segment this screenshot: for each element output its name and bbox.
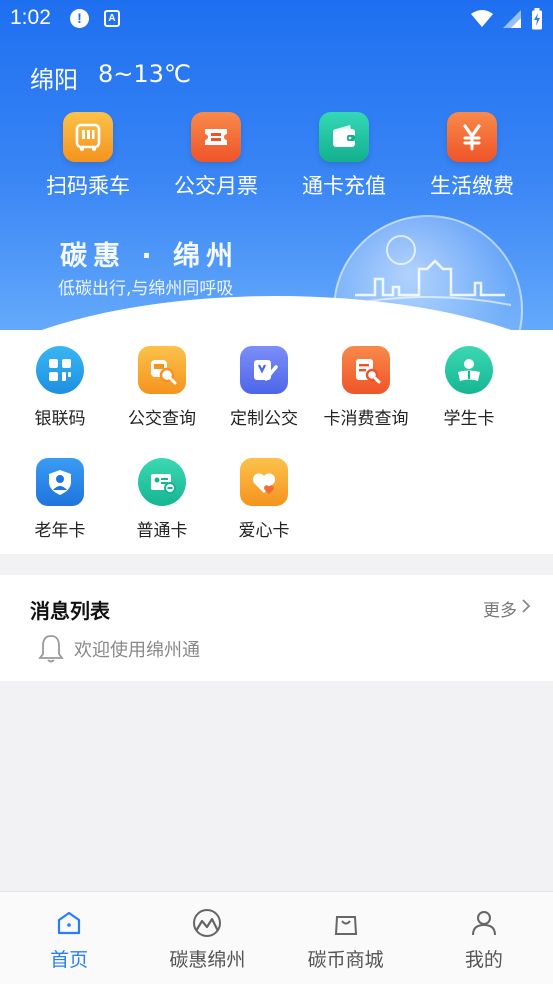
custom-bus-icon [240,346,288,394]
quick-scan-ride[interactable]: 扫码乘车 [24,112,152,200]
quick-label: 扫码乘车 [46,174,130,198]
service-label: 卡消费查询 [323,409,409,429]
ticket-icon [191,112,241,162]
status-bar: 1:02 ! A [0,0,553,38]
service-normal-card[interactable]: 普通卡 [111,458,213,541]
status-time: 1:02 [10,6,51,29]
signal-icon [503,10,521,28]
message-item[interactable]: 欢迎使用绵州通 [74,636,200,662]
service-label: 公交查询 [128,409,196,429]
bell-icon [38,635,64,663]
message-list: 消息列表 更多 欢迎使用绵州通 [0,575,553,681]
carbon-icon [193,909,222,937]
service-label: 爱心卡 [238,521,290,541]
quick-monthly-ticket[interactable]: 公交月票 [152,112,280,200]
service-love-card[interactable]: 爱心卡 [213,458,315,541]
service-grid: 银联码 公交查询 定制公交 卡消费查询 学生卡 老年卡 普通卡 爱心卡 [0,330,553,554]
love-card-icon [240,458,288,506]
quick-label: 公交月票 [174,174,258,198]
user-icon [471,911,496,936]
wallet-icon [319,112,369,162]
service-senior-card[interactable]: 老年卡 [9,458,111,541]
service-label: 银联码 [34,409,86,429]
chevron-right-icon[interactable] [521,598,531,614]
wifi-icon [471,10,493,27]
weather: 绵阳 8~13℃ [30,60,191,95]
service-student-card[interactable]: 学生卡 [418,346,520,429]
student-card-icon [445,346,493,394]
nav-mine[interactable]: 我的 [415,892,553,984]
nav-label: 碳惠绵州 [169,949,246,971]
card-consume-search-icon [342,346,390,394]
quick-label: 生活缴费 [430,174,514,198]
bottom-nav: 首页 碳惠绵州 碳币商城 我的 [0,891,553,984]
header: 1:02 ! A 绵阳 8~13℃ 扫码乘车 公交月票 通卡充值 生活缴费 碳惠… [0,0,553,330]
service-label: 普通卡 [136,521,188,541]
temperature: 8~13℃ [98,60,191,88]
unionpay-code-icon [36,346,84,394]
battery-icon [532,8,542,30]
service-bus-search[interactable]: 公交查询 [111,346,213,429]
home-icon [58,911,81,935]
quick-card-recharge[interactable]: 通卡充值 [280,112,408,200]
banner-subtitle: 低碳出行,与绵州同呼吸 [58,279,234,299]
bus-search-icon [138,346,186,394]
bus-qr-icon [63,112,113,162]
quick-actions: 扫码乘车 公交月票 通卡充值 生活缴费 [0,112,553,200]
accessibility-a-icon: A [104,10,120,27]
service-label: 定制公交 [230,409,298,429]
banner-title: 碳惠 · 绵州 [60,241,240,272]
normal-card-icon [138,458,186,506]
alert-icon: ! [70,9,89,28]
nav-mall[interactable]: 碳币商城 [277,892,415,984]
nav-home[interactable]: 首页 [0,892,138,984]
senior-card-icon [36,458,84,506]
service-custom-bus[interactable]: 定制公交 [213,346,315,429]
yen-icon [447,112,497,162]
shopping-bag-icon [334,916,357,935]
more-link[interactable]: 更多 [483,596,517,621]
service-label: 老年卡 [34,521,86,541]
nav-label: 首页 [50,949,89,971]
nav-label: 我的 [464,949,503,971]
service-label: 学生卡 [443,409,495,429]
nav-carbon[interactable]: 碳惠绵州 [138,892,276,984]
message-list-title: 消息列表 [30,599,110,623]
nav-label: 碳币商城 [307,949,384,971]
city-name: 绵阳 [30,66,78,94]
service-card-consume-search[interactable]: 卡消费查询 [315,346,417,429]
quick-label: 通卡充值 [302,174,386,198]
quick-life-payment[interactable]: 生活缴费 [408,112,536,200]
service-unionpay-code[interactable]: 银联码 [9,346,111,429]
